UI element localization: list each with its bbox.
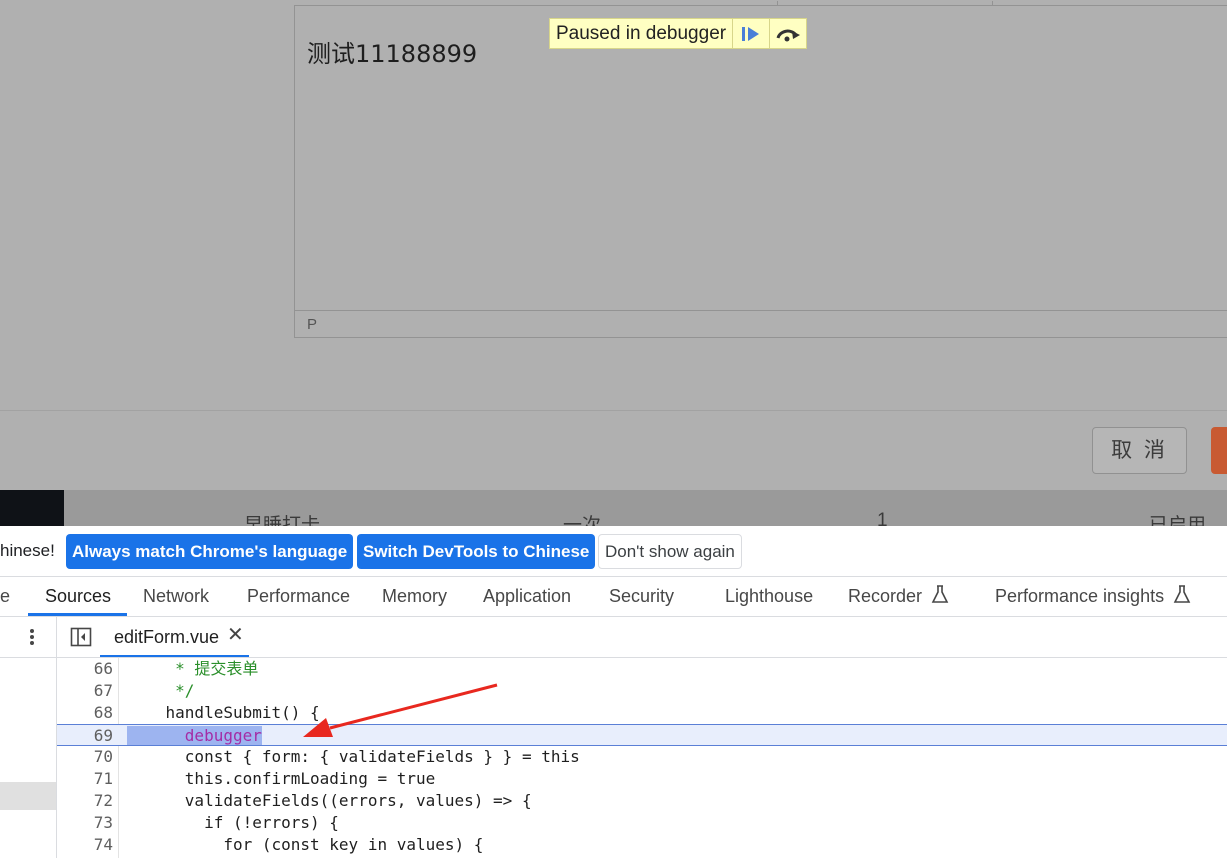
devtools-panel: hinese! Always match Chrome's language S… <box>0 526 1227 858</box>
code-line: 66 * 提交表单 <box>57 658 1227 680</box>
line-number[interactable]: 73 <box>57 812 113 834</box>
modal-dialog: 测试11188899 P 取 消 Paused in debugger <box>0 0 1227 490</box>
navigator-selected-item[interactable] <box>0 782 56 810</box>
confirm-button[interactable] <box>1211 427 1227 474</box>
file-tab-editform[interactable]: editForm.vue ✕ <box>100 617 249 657</box>
editor-toolbar-edge <box>295 1 1227 6</box>
tab-console[interactable]: e <box>0 576 10 616</box>
switch-to-chinese-button[interactable]: Switch DevTools to Chinese <box>357 534 596 569</box>
page-area: 测试11188899 P 取 消 Paused in debugger 早睡打卡… <box>0 0 1227 526</box>
code-text: validateFields((errors, values) => { <box>127 791 532 810</box>
rich-text-editor[interactable]: 测试11188899 P <box>294 1 1227 338</box>
tab-performance[interactable]: Performance <box>247 576 350 616</box>
table-cell: 一次 <box>563 515 602 526</box>
line-number[interactable]: 68 <box>57 702 113 724</box>
sidebar-edge <box>0 490 64 526</box>
active-file-indicator <box>100 655 249 657</box>
navigator-pane[interactable] <box>0 658 57 858</box>
code-text: handleSubmit() { <box>127 703 320 722</box>
tab-network[interactable]: Network <box>143 576 209 616</box>
code-line: 72 validateFields((errors, values) => { <box>57 790 1227 812</box>
table-row: 早睡打卡 一次 1 已启用 <box>64 490 1227 526</box>
tab-security[interactable]: Security <box>609 576 674 616</box>
file-tab-label: editForm.vue <box>114 627 220 647</box>
line-number[interactable]: 74 <box>57 834 113 856</box>
current-execution-line: 69 debugger <box>57 724 1227 746</box>
experiment-flask-icon <box>1173 585 1191 603</box>
tab-memory[interactable]: Memory <box>382 576 447 616</box>
line-number[interactable]: 72 <box>57 790 113 812</box>
code-text: * 提交表单 <box>127 659 259 678</box>
code-line: 74 for (const key in values) { <box>57 834 1227 856</box>
table-cell: 1 <box>877 510 888 526</box>
editor-path-label: P <box>307 316 318 333</box>
line-number[interactable]: 69 <box>57 725 113 747</box>
code-text: debugger <box>127 725 262 747</box>
line-number[interactable]: 71 <box>57 768 113 790</box>
active-tab-indicator <box>28 613 127 616</box>
line-number[interactable]: 70 <box>57 746 113 768</box>
toggle-navigator-icon[interactable] <box>70 627 92 647</box>
more-options-icon[interactable] <box>24 627 40 647</box>
code-text: const { form: { validateFields } } = thi… <box>127 747 580 766</box>
step-over-button[interactable] <box>769 19 806 48</box>
language-infobar-text: hinese! <box>0 541 55 560</box>
editor-tabs-bar: editForm.vue ✕ <box>0 617 1227 658</box>
editor-content[interactable]: 测试11188899 <box>307 34 477 69</box>
resume-button[interactable] <box>732 19 769 48</box>
table-cell: 早睡打卡 <box>244 515 321 526</box>
paused-in-debugger-overlay: Paused in debugger <box>549 18 808 49</box>
tab-sources[interactable]: Sources <box>45 576 111 616</box>
code-editor[interactable]: 66 * 提交表单 67 */ 68 handleSubmit() { 69 d… <box>57 658 1227 858</box>
divider <box>56 617 57 657</box>
tab-recorder-label: Recorder <box>848 586 923 606</box>
editor-path-bar: P <box>295 310 1227 337</box>
code-text: */ <box>127 681 195 700</box>
resume-icon <box>742 26 760 41</box>
language-infobar: hinese! Always match Chrome's language S… <box>0 526 1227 577</box>
code-text: if (!errors) { <box>127 813 339 832</box>
tab-performance-insights[interactable]: Performance insights <box>995 576 1191 616</box>
cancel-button[interactable]: 取 消 <box>1092 427 1187 474</box>
tab-recorder[interactable]: Recorder <box>848 576 949 616</box>
step-over-icon <box>776 29 801 41</box>
code-line: 70 const { form: { validateFields } } = … <box>57 746 1227 768</box>
paused-text: Paused in debugger <box>556 23 727 44</box>
debugger-statement: debugger <box>127 726 262 745</box>
experiment-flask-icon <box>931 585 949 603</box>
code-line: 67 */ <box>57 680 1227 702</box>
tab-lighthouse[interactable]: Lighthouse <box>725 576 813 616</box>
devtools-tabs: e Sources Network Performance Memory App… <box>0 576 1227 617</box>
modal-footer-divider <box>0 410 1227 411</box>
code-line: 73 if (!errors) { <box>57 812 1227 834</box>
dont-show-again-button[interactable]: Don't show again <box>598 534 742 569</box>
always-match-language-button[interactable]: Always match Chrome's language <box>66 534 354 569</box>
code-line: 68 handleSubmit() { <box>57 702 1227 724</box>
line-number[interactable]: 67 <box>57 680 113 702</box>
close-icon[interactable]: ✕ <box>227 625 244 645</box>
tab-performance-insights-label: Performance insights <box>995 586 1165 606</box>
code-text: for (const key in values) { <box>127 835 484 854</box>
tab-application[interactable]: Application <box>483 576 571 616</box>
line-number[interactable]: 66 <box>57 658 113 680</box>
code-line: 71 this.confirmLoading = true <box>57 768 1227 790</box>
table-cell: 已启用 <box>1149 515 1207 526</box>
code-text: this.confirmLoading = true <box>127 769 436 788</box>
